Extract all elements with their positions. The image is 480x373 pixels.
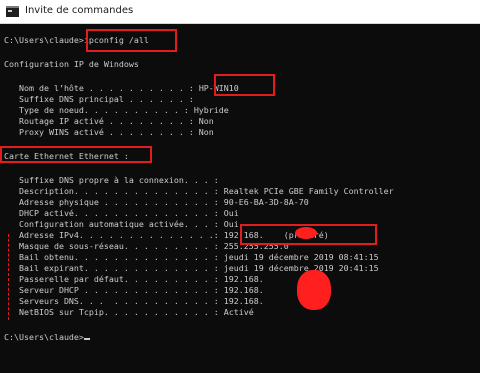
- host-label: Nom de l’hôte . . . . . . . . . . :: [4, 83, 199, 93]
- adapter-title: Carte Ethernet Ethernet :: [4, 151, 129, 161]
- config-title: Configuration IP de Windows: [4, 59, 139, 69]
- lease-obtained-line: Bail obtenu. . . . . . . . . . . . . . :…: [4, 252, 379, 262]
- dhcp-server-line: Serveur DHCP . . . . . . . . . . . . . :…: [4, 285, 264, 295]
- cmd-icon: [6, 6, 19, 17]
- redaction-servers: [297, 270, 331, 310]
- ipv4-value: 192.168.: [223, 230, 264, 240]
- dns-servers-line: Serveurs DNS. . . . . . . . . . . . . : …: [4, 296, 264, 306]
- physical-address-line: Adresse physique . . . . . . . . . . . :…: [4, 197, 309, 207]
- node-type-line: Type de noeud. . . . . . . . . . : Hybri…: [4, 105, 229, 115]
- description-line: Description. . . . . . . . . . . . . . :…: [4, 186, 394, 196]
- console-output[interactable]: C:\Users\claude>ipconfig /all Configurat…: [0, 24, 480, 373]
- window-title: Invite de commandes: [25, 5, 134, 16]
- text-cursor: [83, 338, 90, 340]
- prompt-line: C:\Users\claude>ipconfig /all: [4, 35, 149, 45]
- ipv4-label: Adresse IPv4. . . . . . . . . . . . . .:: [4, 230, 224, 240]
- netbios-line: NetBIOS sur Tcpip. . . . . . . . . . . :…: [4, 307, 254, 317]
- prompt-line-2: C:\Users\claude>: [4, 332, 90, 342]
- prompt: C:\Users\claude>: [4, 35, 84, 45]
- gateway-line: Passerelle par défaut. . . . . . . . . :…: [4, 274, 264, 284]
- command-text: ipconfig /all: [83, 35, 149, 45]
- title-bar: Invite de commandes: [0, 0, 480, 24]
- redaction-ipv4: [295, 227, 317, 239]
- subnet-mask-line: Masque de sous-réseau. . . . . . . . . :…: [4, 241, 289, 251]
- prompt-2: C:\Users\claude>: [4, 332, 84, 342]
- conn-dns-suffix-line: Suffixe DNS propre à la connexion. . . :: [4, 175, 219, 185]
- dhcp-enabled-line: DHCP activé. . . . . . . . . . . . . . :…: [4, 208, 239, 218]
- wins-proxy-line: Proxy WINS activé . . . . . . . . : Non: [4, 127, 214, 137]
- host-value: HP-WIN10: [198, 83, 239, 93]
- ip-routing-line: Routage IP activé . . . . . . . . : Non: [4, 116, 214, 126]
- host-name-line: Nom de l’hôte . . . . . . . . . . : HP-W…: [4, 83, 239, 93]
- dns-suffix-line: Suffixe DNS principal . . . . . . :: [4, 94, 199, 104]
- autoconfig-line: Configuration automatique activée. . . :…: [4, 219, 239, 229]
- ipv4-line: Adresse IPv4. . . . . . . . . . . . . .:…: [4, 230, 329, 240]
